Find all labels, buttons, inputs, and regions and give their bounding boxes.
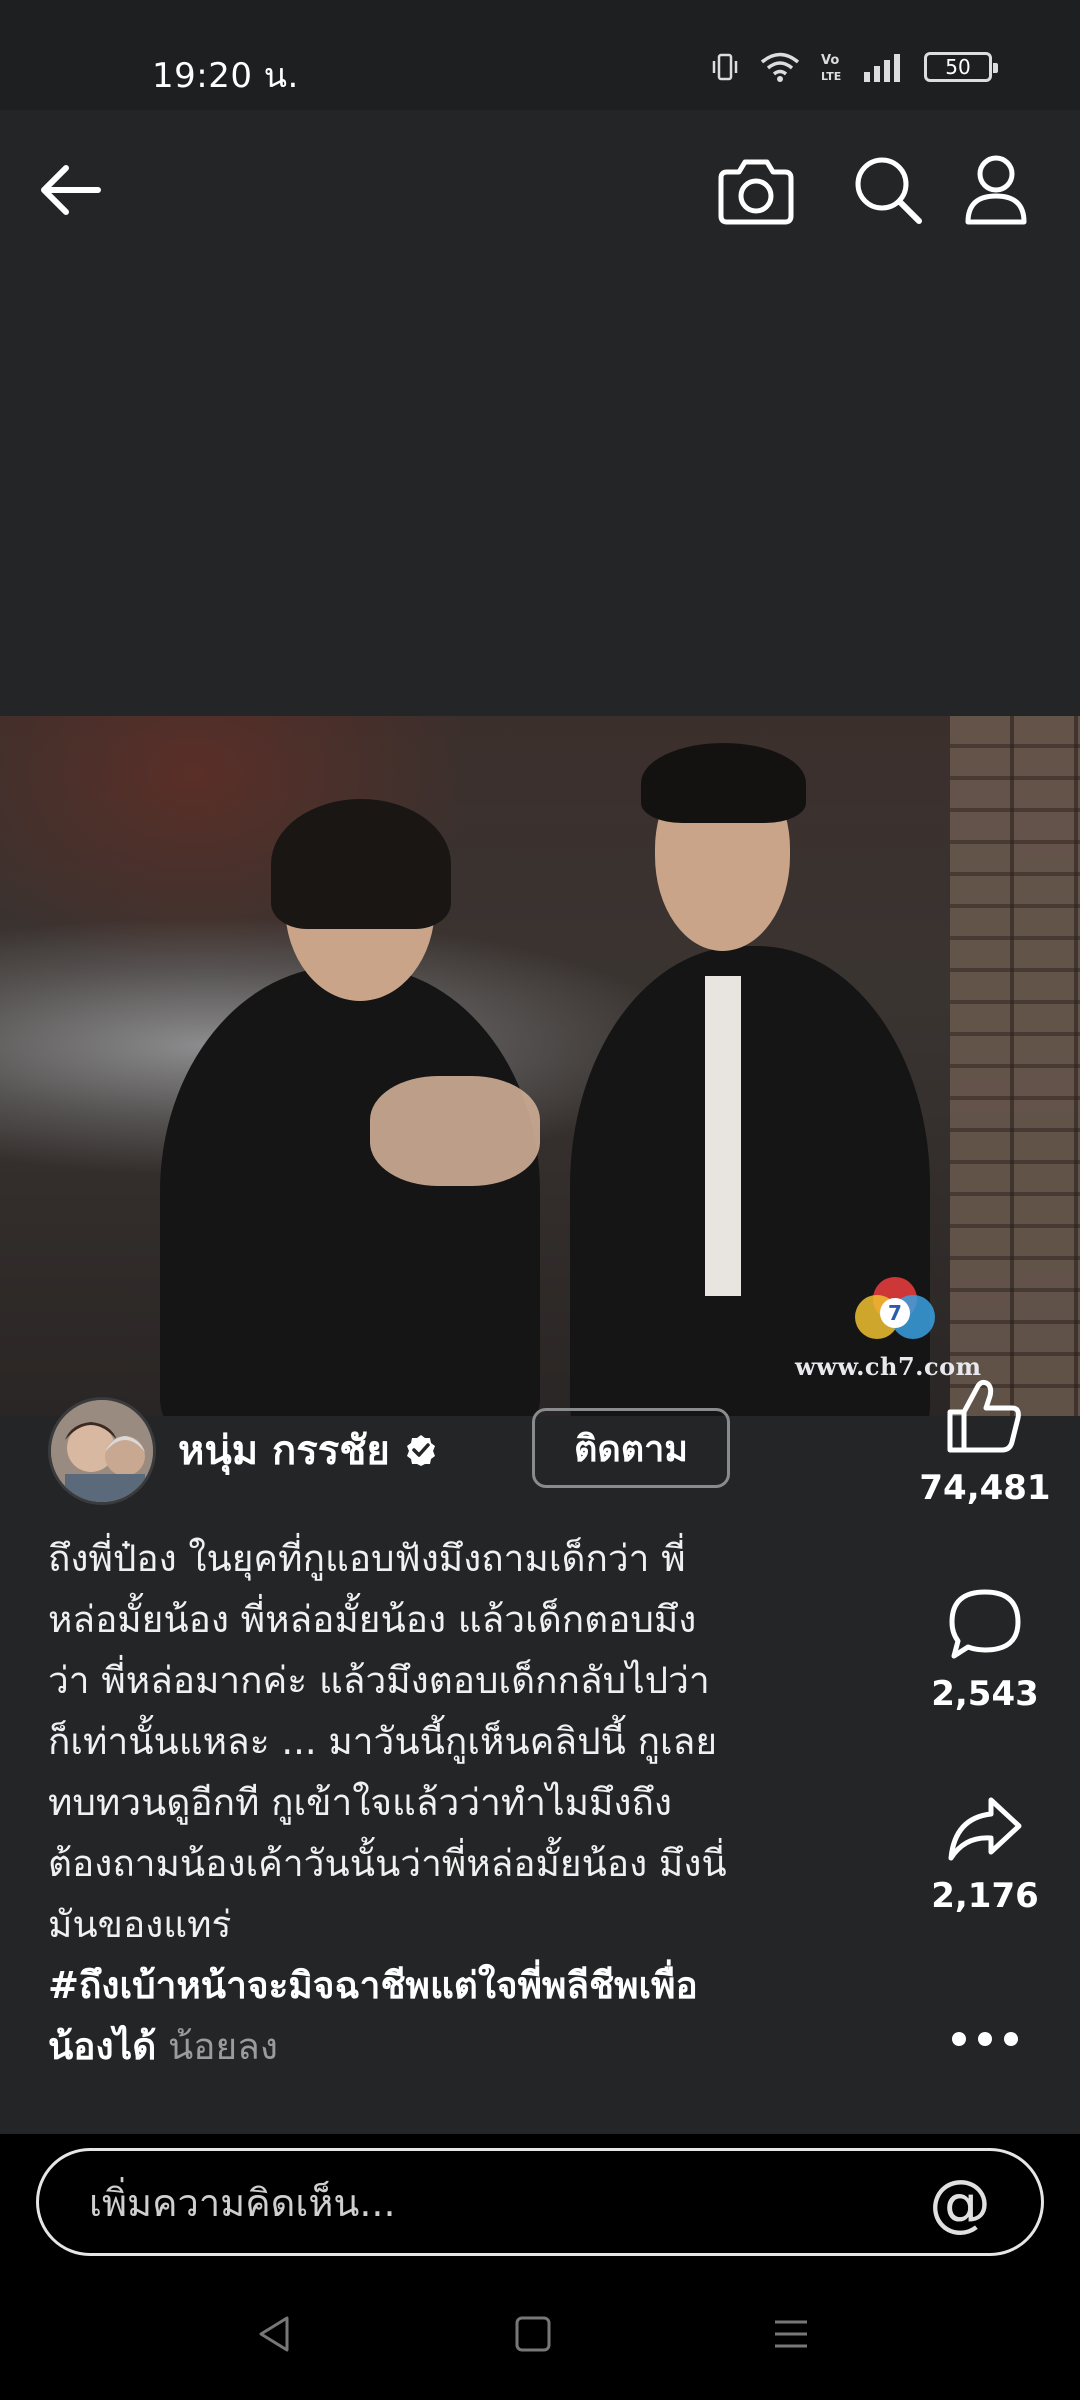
avatar[interactable] [48, 1397, 156, 1505]
video-player[interactable]: 7 www.ch7.com [0, 716, 1080, 1416]
battery-icon: 50 [924, 52, 998, 82]
video-person-left [160, 966, 540, 1416]
share-arrow-icon[interactable] [947, 1796, 1023, 1862]
status-icons: Vo LTE 50 [710, 50, 998, 84]
share-count: 2,176 [931, 1876, 1039, 1916]
battery-level: 50 [945, 55, 971, 79]
status-bar: 19:20 น. Vo LTE 50 [0, 0, 1080, 110]
comment-bar: เพิ่มความคิดเห็น... @ [0, 2134, 1080, 2270]
comment-bubble-icon[interactable] [948, 1588, 1022, 1660]
caption-line: ว่า พี่หล่อมากค่ะ แล้วมึงตอบเด็กกลับไปว่… [48, 1659, 710, 1702]
thumbs-up-icon[interactable] [946, 1378, 1024, 1454]
signal-icon [864, 54, 900, 82]
comment-input[interactable]: เพิ่มความคิดเห็น... @ [36, 2148, 1044, 2256]
nav-back-icon[interactable] [235, 2304, 315, 2364]
video-watermark: www.ch7.com [795, 1352, 982, 1381]
status-time: 19:20 น. [152, 56, 299, 96]
svg-text:7: 7 [888, 1301, 902, 1325]
hashtag-link-continued[interactable]: น้องได้ [48, 2025, 156, 2068]
system-navigation-bar [0, 2270, 1080, 2400]
caption-line: หล่อมั้ยน้อง พี่หล่อมั้ยน้อง แล้วเด็กตอบ… [48, 1598, 697, 1641]
caption-line: มันของแทร่ [48, 1903, 232, 1946]
mention-at-icon[interactable]: @ [929, 2166, 991, 2239]
wifi-icon [760, 52, 800, 82]
volte-icon: Vo LTE [821, 53, 841, 83]
nav-menu-icon[interactable] [751, 2304, 831, 2364]
caption-line: ถึงพี่ป๋อง ในยุคที่กูแอบฟังมึงถามเด็กว่า… [48, 1537, 686, 1580]
search-icon[interactable] [838, 110, 938, 270]
caption-line: ทบทวนดูอีกที กูเข้าใจแล้วว่าทำไมมึงถึง [48, 1781, 672, 1824]
post-caption: ถึงพี่ป๋อง ในยุคที่กูแอบฟังมึงถามเด็กว่า… [48, 1528, 868, 2077]
share-action[interactable]: 2,176 [910, 1796, 1060, 1916]
follow-button[interactable]: ติดตาม [532, 1408, 730, 1488]
svg-text:LTE: LTE [821, 70, 841, 83]
author-name[interactable]: หนุ่ม กรรชัย [178, 1418, 438, 1482]
profile-icon[interactable] [946, 110, 1046, 270]
video-shirt [705, 976, 741, 1296]
like-count: 74,481 [919, 1468, 1051, 1508]
comment-placeholder[interactable]: เพิ่มความคิดเห็น... [89, 2172, 929, 2233]
nav-home-icon[interactable] [493, 2304, 573, 2364]
vibrate-icon [712, 53, 738, 81]
caption-line: ต้องถามน้องเค้าวันนั้นว่าพี่หล่อมั้ยน้อง… [48, 1842, 727, 1885]
video-hands [370, 1076, 540, 1186]
more-options-icon[interactable] [952, 2024, 1018, 2054]
like-action[interactable]: 74,481 [910, 1378, 1060, 1508]
verified-badge-icon [406, 1435, 435, 1466]
camera-icon[interactable] [706, 110, 806, 270]
comment-count: 2,543 [931, 1674, 1039, 1714]
hashtag-link[interactable]: #ถึงเบ้าหน้าจะมิจฉาชีพแต่ใจพี่พลีชีพเพื่… [48, 1955, 868, 2016]
comment-action[interactable]: 2,543 [910, 1588, 1060, 1714]
channel-7-logo-icon: 7 [855, 1277, 935, 1339]
caption-line: ก็เท่านั้นแหละ ... มาวันนี้กูเห็นคลิปนี้… [48, 1720, 718, 1763]
video-head-right [641, 743, 806, 951]
see-less-link[interactable]: น้อยลง [168, 2025, 278, 2068]
back-arrow-icon[interactable] [20, 110, 120, 270]
video-brick-wall [950, 716, 1080, 1416]
svg-text:Vo: Vo [821, 53, 839, 68]
video-head-left [271, 799, 451, 1001]
author-name-text[interactable]: หนุ่ม กรรชัย [178, 1418, 390, 1482]
top-navigation [0, 110, 1080, 270]
